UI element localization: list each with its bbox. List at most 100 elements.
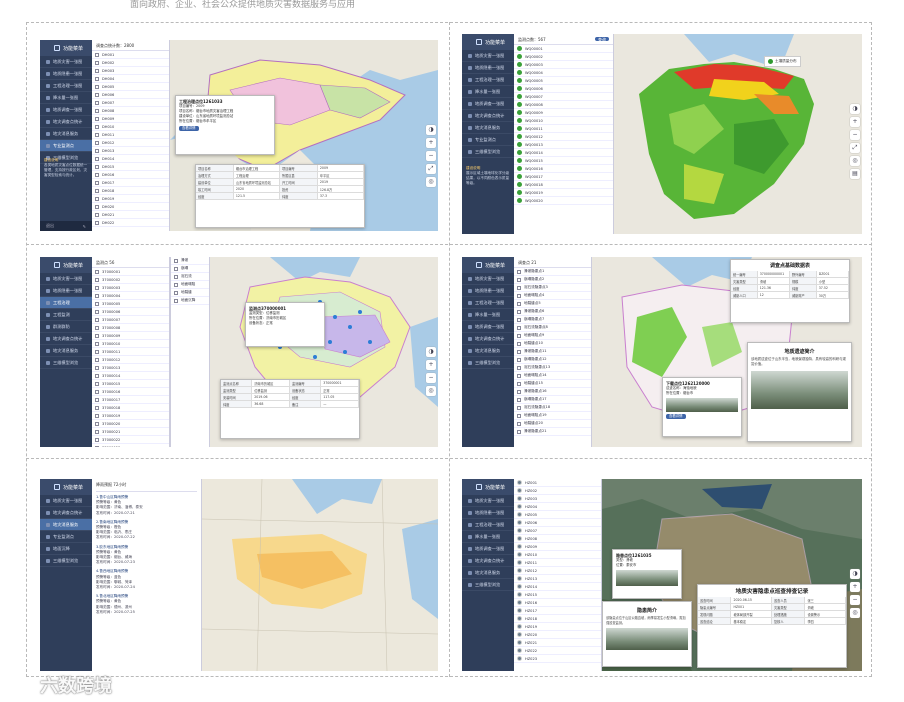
sidebar-item[interactable]: 地质隐患一张图 <box>40 68 92 80</box>
checkbox[interactable] <box>95 437 99 442</box>
sidebar-item[interactable]: 地灾消息服务 <box>462 567 514 579</box>
list-item[interactable]: 37000014 <box>92 372 169 380</box>
sidebar-item[interactable]: 地质灾害一张图 <box>40 273 92 285</box>
checkbox[interactable] <box>95 124 99 129</box>
sidebar-item[interactable]: 地灾调查点统计 <box>462 333 514 345</box>
sidebar-item[interactable]: 地灾消息服务 <box>462 345 514 357</box>
checkbox[interactable] <box>517 349 521 354</box>
map-view[interactable]: 土壤质量分布 ◑ + − ⤢ ◎ ▤ <box>614 34 862 234</box>
checkbox[interactable] <box>517 421 521 426</box>
checkbox[interactable] <box>95 405 99 410</box>
list-item[interactable]: 滑坡 <box>171 257 209 265</box>
sidebar-item[interactable]: 地质调查一张图 <box>462 98 514 110</box>
checkbox[interactable] <box>174 274 178 279</box>
sidebar-item[interactable]: 工程治理一张图 <box>462 519 514 531</box>
checkbox[interactable] <box>95 148 99 153</box>
fullscreen-icon[interactable]: ⤢ <box>850 143 860 153</box>
checkbox[interactable] <box>95 429 99 434</box>
list-item[interactable]: HZ003 <box>514 495 601 503</box>
sidebar-item[interactable]: 地灾调查点统计 <box>462 110 514 122</box>
list-item[interactable]: DH002 <box>92 59 169 67</box>
checkbox[interactable] <box>517 309 521 314</box>
checkbox[interactable] <box>95 108 99 113</box>
list-item[interactable]: 地裂缝 <box>171 289 209 297</box>
list-item[interactable]: 37000019 <box>92 412 169 420</box>
list-item[interactable]: 37000011 <box>92 348 169 356</box>
list-item[interactable]: 37000004 <box>92 292 169 300</box>
list-item[interactable]: HZ001 <box>514 479 601 487</box>
checkbox[interactable] <box>174 298 178 303</box>
list-item[interactable]: HZ023 <box>514 655 601 663</box>
sidebar-item[interactable]: 地质隐患一张图 <box>40 285 92 297</box>
list-item[interactable]: WQ00013 <box>514 141 613 149</box>
checkbox[interactable] <box>517 285 521 290</box>
map-view[interactable] <box>202 479 438 671</box>
checkbox[interactable] <box>517 269 521 274</box>
sidebar-item[interactable]: 地灾调查点统计 <box>40 507 92 519</box>
globe-icon[interactable]: ◎ <box>426 386 436 396</box>
list-item[interactable]: 地裂缝点20 <box>514 420 591 428</box>
list-item[interactable]: WQ00003 <box>514 61 613 69</box>
list-item[interactable]: 37000022 <box>92 436 169 444</box>
list-item[interactable]: HZ011 <box>514 559 601 567</box>
pin-icon[interactable]: ✎ <box>83 224 86 229</box>
list-item[interactable]: DH010 <box>92 123 169 131</box>
list-item[interactable]: HZ012 <box>514 567 601 575</box>
list-item[interactable]: HZ014 <box>514 583 601 591</box>
list-item[interactable]: HZ020 <box>514 631 601 639</box>
checkbox[interactable] <box>95 293 99 298</box>
zoom-in-icon[interactable]: + <box>850 117 860 127</box>
sidebar-item[interactable]: 地质灾害一张图 <box>462 495 514 507</box>
logout-link[interactable]: 退出 <box>46 223 54 229</box>
sidebar-item[interactable]: 三维模型浏览 <box>462 579 514 591</box>
checkbox[interactable] <box>95 301 99 306</box>
forecast-entry[interactable]: 5.鲁北地区降雨预警 预警等级：黄色 影响范围：德州、滨州 发布时间：2020-07-… <box>96 594 197 615</box>
checkbox[interactable] <box>95 100 99 105</box>
sidebar-item[interactable]: 地灾调查点统计 <box>40 116 92 128</box>
list-item[interactable]: 泥石流隐患点18 <box>514 404 591 412</box>
checkbox[interactable] <box>95 92 99 97</box>
checkbox[interactable] <box>517 333 521 338</box>
list-item[interactable]: DH015 <box>92 163 169 171</box>
list-item[interactable]: HZ007 <box>514 527 601 535</box>
zoom-in-icon[interactable]: + <box>426 138 436 148</box>
checkbox[interactable] <box>95 76 99 81</box>
checkbox[interactable] <box>517 301 521 306</box>
zoom-in-icon[interactable]: + <box>850 582 860 592</box>
sidebar-item[interactable]: 工程监测 <box>40 309 92 321</box>
list-item[interactable]: DH005 <box>92 83 169 91</box>
checkbox[interactable] <box>95 333 99 338</box>
sidebar-item[interactable]: 降水量一张图 <box>462 309 514 321</box>
zoom-out-icon[interactable]: − <box>850 130 860 140</box>
list-item[interactable]: 地面沉降 <box>171 297 209 305</box>
list-item[interactable]: 滑坡隐患点16 <box>514 388 591 396</box>
sidebar-item[interactable]: 地灾消息服务 <box>40 519 92 531</box>
map-view[interactable]: 工程治理点位1261033 项目编号：2009 项目名称：烟台市地质灾害治理工程建… <box>170 40 438 231</box>
sidebar-item[interactable]: 三维模型浏览 <box>40 555 92 567</box>
checkbox[interactable] <box>95 381 99 386</box>
checkbox[interactable] <box>95 309 99 314</box>
list-item[interactable]: WQ00010 <box>514 117 613 125</box>
zoom-out-icon[interactable]: − <box>426 373 436 383</box>
list-item[interactable]: 地面塌陷点19 <box>514 412 591 420</box>
sidebar-item[interactable]: 地灾消息服务 <box>40 128 92 140</box>
checkbox[interactable] <box>95 140 99 145</box>
list-item[interactable]: WQ00014 <box>514 149 613 157</box>
checkbox[interactable] <box>95 397 99 402</box>
checkbox[interactable] <box>517 413 521 418</box>
layers-icon[interactable]: ◑ <box>426 125 436 135</box>
list-item[interactable]: HZ010 <box>514 551 601 559</box>
list-item[interactable]: WQ00004 <box>514 69 613 77</box>
list-item[interactable]: HZ004 <box>514 503 601 511</box>
query-button[interactable]: 查询 <box>595 37 609 42</box>
list-item[interactable]: DH012 <box>92 139 169 147</box>
checkbox[interactable] <box>95 373 99 378</box>
sidebar-item[interactable]: 地质隐患一张图 <box>462 285 514 297</box>
sidebar-item[interactable]: 三维模型浏览 <box>40 357 92 369</box>
list-item[interactable]: 37000012 <box>92 356 169 364</box>
sidebar-item[interactable]: 工程治理一张图 <box>462 297 514 309</box>
checkbox[interactable] <box>95 325 99 330</box>
sidebar-item[interactable]: 三维模型浏览 <box>462 146 514 158</box>
list-item[interactable]: 37000018 <box>92 404 169 412</box>
checkbox[interactable] <box>517 429 521 434</box>
